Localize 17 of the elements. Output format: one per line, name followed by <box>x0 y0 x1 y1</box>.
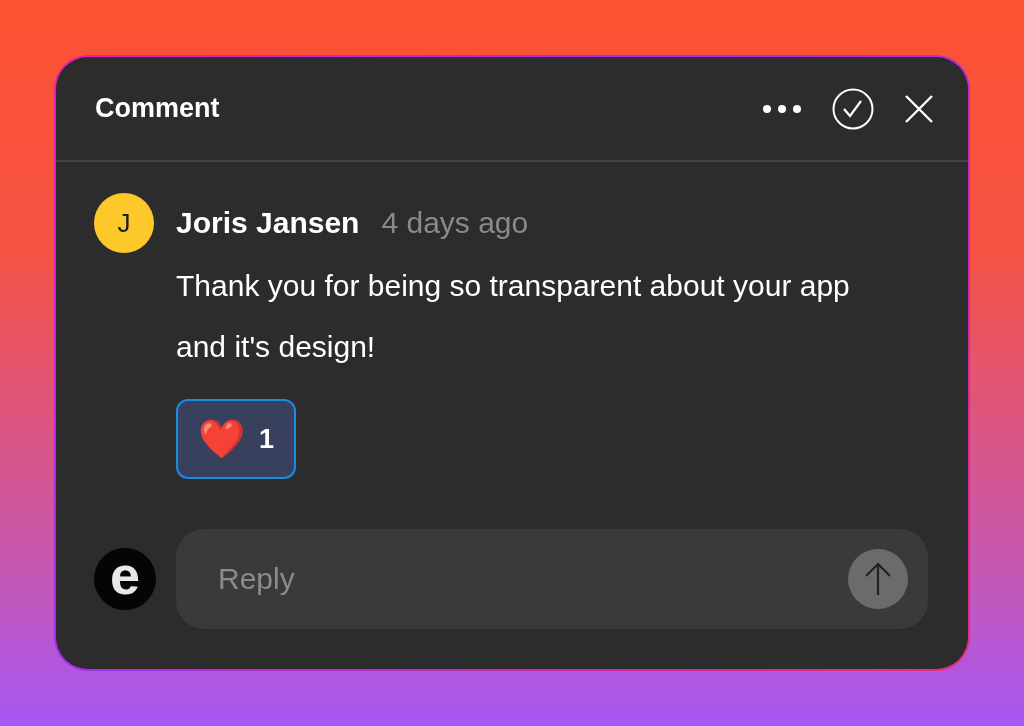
author-name: Joris Jansen <box>176 206 360 240</box>
comment-text: Thank you for being so transparent about your app and it's design! <box>176 268 851 365</box>
more-icon <box>762 103 802 114</box>
user-avatar: e <box>94 548 156 610</box>
arrow-up-icon <box>863 561 893 597</box>
timestamp: 4 days ago <box>381 206 529 240</box>
panel-title: Comment <box>95 93 221 124</box>
reaction-button[interactable]: ❤ 1 <box>176 399 296 479</box>
more-button[interactable] <box>762 103 802 114</box>
close-icon <box>904 93 934 124</box>
reply-field[interactable]: Reply <box>176 529 928 629</box>
send-button[interactable] <box>848 549 908 609</box>
reply-input[interactable]: Reply <box>216 561 848 597</box>
close-button[interactable] <box>904 93 934 124</box>
resolve-button[interactable] <box>832 87 874 130</box>
user-avatar: J <box>94 193 154 253</box>
check-circle-icon <box>832 87 874 130</box>
